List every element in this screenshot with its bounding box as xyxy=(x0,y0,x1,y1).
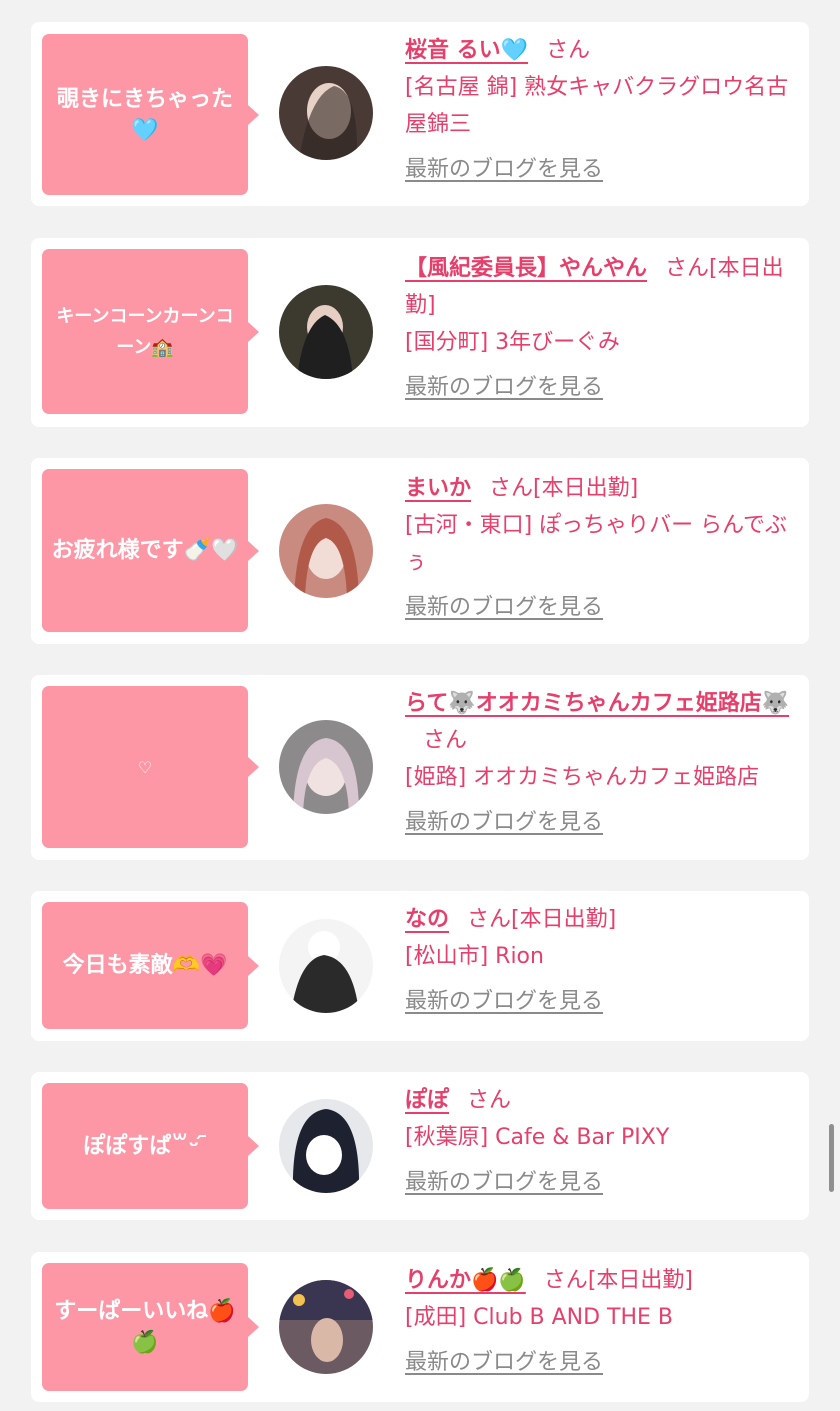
honorific: さん xyxy=(489,476,534,501)
cast-info: りんか🍎🍏 さん[本日出勤] [成田] Club B AND THE B 最新のブ… xyxy=(405,1262,805,1381)
cast-name-link[interactable]: ぽぽ xyxy=(405,1088,449,1113)
shop-info: [秋葉原] Cafe & Bar PIXY xyxy=(405,1125,670,1150)
comment-text: 今日も素敵🫶💗 xyxy=(62,953,228,978)
list-item: ぽぽすぱ꒳ᵕ ᷇ ぽぽ さん [秋葉原] Cafe & Bar PIXY 最新のブ… xyxy=(31,1072,809,1220)
honorific: さん xyxy=(546,38,591,63)
cast-info: なの さん[本日出勤] [松山市] Rion 最新のブログを見る xyxy=(405,901,805,1020)
avatar[interactable] xyxy=(279,285,373,379)
list-item: 今日も素敵🫶💗 なの さん[本日出勤] [松山市] Rion 最新のブログを見る xyxy=(31,891,809,1041)
cast-info: 【風紀委員長】やんやん さん[本日出勤] [国分町] 3年びーぐみ 最新のブログを… xyxy=(405,250,805,406)
avatar[interactable] xyxy=(279,66,373,160)
honorific: さん xyxy=(665,256,710,281)
shop-info: [松山市] Rion xyxy=(405,944,544,969)
comment-bubble: 覗きにきちゃった🩵 xyxy=(42,34,259,195)
cast-name-link[interactable]: りんか🍎🍏 xyxy=(405,1268,526,1293)
list-item: キーンコーンカーンコーン🏫 【風紀委員長】やんやん さん[本日出勤] [国分町] … xyxy=(31,238,809,427)
comment-bubble: すーぱーいいね🍎🍏 xyxy=(42,1263,259,1391)
comment-text: ぽぽすぱ꒳ᵕ ᷇ xyxy=(83,1133,207,1159)
latest-blog-link[interactable]: 最新のブログを見る xyxy=(405,1344,805,1381)
avatar[interactable] xyxy=(279,504,373,598)
avatar[interactable] xyxy=(279,1280,373,1374)
latest-blog-link[interactable]: 最新のブログを見る xyxy=(405,804,825,841)
cast-name-link[interactable]: なの xyxy=(405,907,449,932)
cast-info: らて🐺オオカミちゃんカフェ姫路店🐺 さん [姫路] オオカミちゃんカフェ姫路店 最… xyxy=(405,685,825,841)
shop-info: [成田] Club B AND THE B xyxy=(405,1305,674,1330)
latest-blog-link[interactable]: 最新のブログを見る xyxy=(405,151,805,188)
status-badge: [本日出勤] xyxy=(533,476,639,501)
avatar[interactable] xyxy=(279,1099,373,1193)
scrollbar[interactable] xyxy=(829,1124,834,1192)
list-item: お疲れ様です🍼🤍 まいか さん[本日出勤] [古河・東口] ぽっちゃりバー らんで… xyxy=(31,458,809,644)
status-badge: [本日出勤] xyxy=(511,907,617,932)
shop-info: [姫路] オオカミちゃんカフェ姫路店 xyxy=(405,765,760,790)
latest-blog-link[interactable]: 最新のブログを見る xyxy=(405,369,805,406)
comment-bubble: お疲れ様です🍼🤍 xyxy=(42,469,259,632)
comment-text: キーンコーンカーンコーン🏫 xyxy=(56,305,234,358)
cast-name-link[interactable]: まいか xyxy=(405,476,471,501)
cast-info: 桜音 るい🩵 さん [名古屋 錦] 熟女キャバクラグロウ名古屋錦三 最新のブログを… xyxy=(405,32,805,188)
comment-bubble: ♡ xyxy=(42,686,259,848)
cast-name-link[interactable]: らて🐺オオカミちゃんカフェ姫路店🐺 xyxy=(405,691,789,716)
comment-bubble: キーンコーンカーンコーン🏫 xyxy=(42,249,259,414)
list-item: 覗きにきちゃった🩵 桜音 るい🩵 さん [名古屋 錦] 熟女キャバクラグロウ名古屋… xyxy=(31,22,809,206)
shop-info: [名古屋 錦] 熟女キャバクラグロウ名古屋錦三 xyxy=(405,75,789,137)
latest-blog-link[interactable]: 最新のブログを見る xyxy=(405,983,805,1020)
cast-info: まいか さん[本日出勤] [古河・東口] ぽっちゃりバー らんでぶぅ 最新のブログ… xyxy=(405,470,805,626)
comment-bubble: 今日も素敵🫶💗 xyxy=(42,902,259,1029)
status-badge: [本日出勤] xyxy=(587,1268,693,1293)
honorific: さん xyxy=(467,907,512,932)
cast-info: ぽぽ さん [秋葉原] Cafe & Bar PIXY 最新のブログを見る xyxy=(405,1082,805,1201)
shop-info: [国分町] 3年びーぐみ xyxy=(405,330,620,355)
list-item: すーぱーいいね🍎🍏 りんか🍎🍏 さん[本日出勤] [成田] Club B AND … xyxy=(31,1252,809,1402)
comment-text: 覗きにきちゃった🩵 xyxy=(56,86,233,143)
latest-blog-link[interactable]: 最新のブログを見る xyxy=(405,589,805,626)
shop-info: [古河・東口] ぽっちゃりバー らんでぶぅ xyxy=(405,513,788,575)
honorific: さん xyxy=(467,1088,512,1113)
comment-bubble: ぽぽすぱ꒳ᵕ ᷇ xyxy=(42,1083,259,1209)
honorific: さん xyxy=(423,728,468,753)
comment-text: すーぱーいいね🍎🍏 xyxy=(54,1299,236,1355)
cast-name-link[interactable]: 桜音 るい🩵 xyxy=(405,38,528,63)
comment-text: ♡ xyxy=(137,757,153,777)
avatar[interactable] xyxy=(279,919,373,1013)
avatar[interactable] xyxy=(279,720,373,814)
honorific: さん xyxy=(543,1268,588,1293)
cast-name-link[interactable]: 【風紀委員長】やんやん xyxy=(405,256,647,281)
comment-text: お疲れ様です🍼🤍 xyxy=(51,538,239,563)
latest-blog-link[interactable]: 最新のブログを見る xyxy=(405,1164,805,1201)
list-item: ♡ らて🐺オオカミちゃんカフェ姫路店🐺 さん [姫路] オオカミちゃんカフェ姫路店… xyxy=(31,675,809,860)
